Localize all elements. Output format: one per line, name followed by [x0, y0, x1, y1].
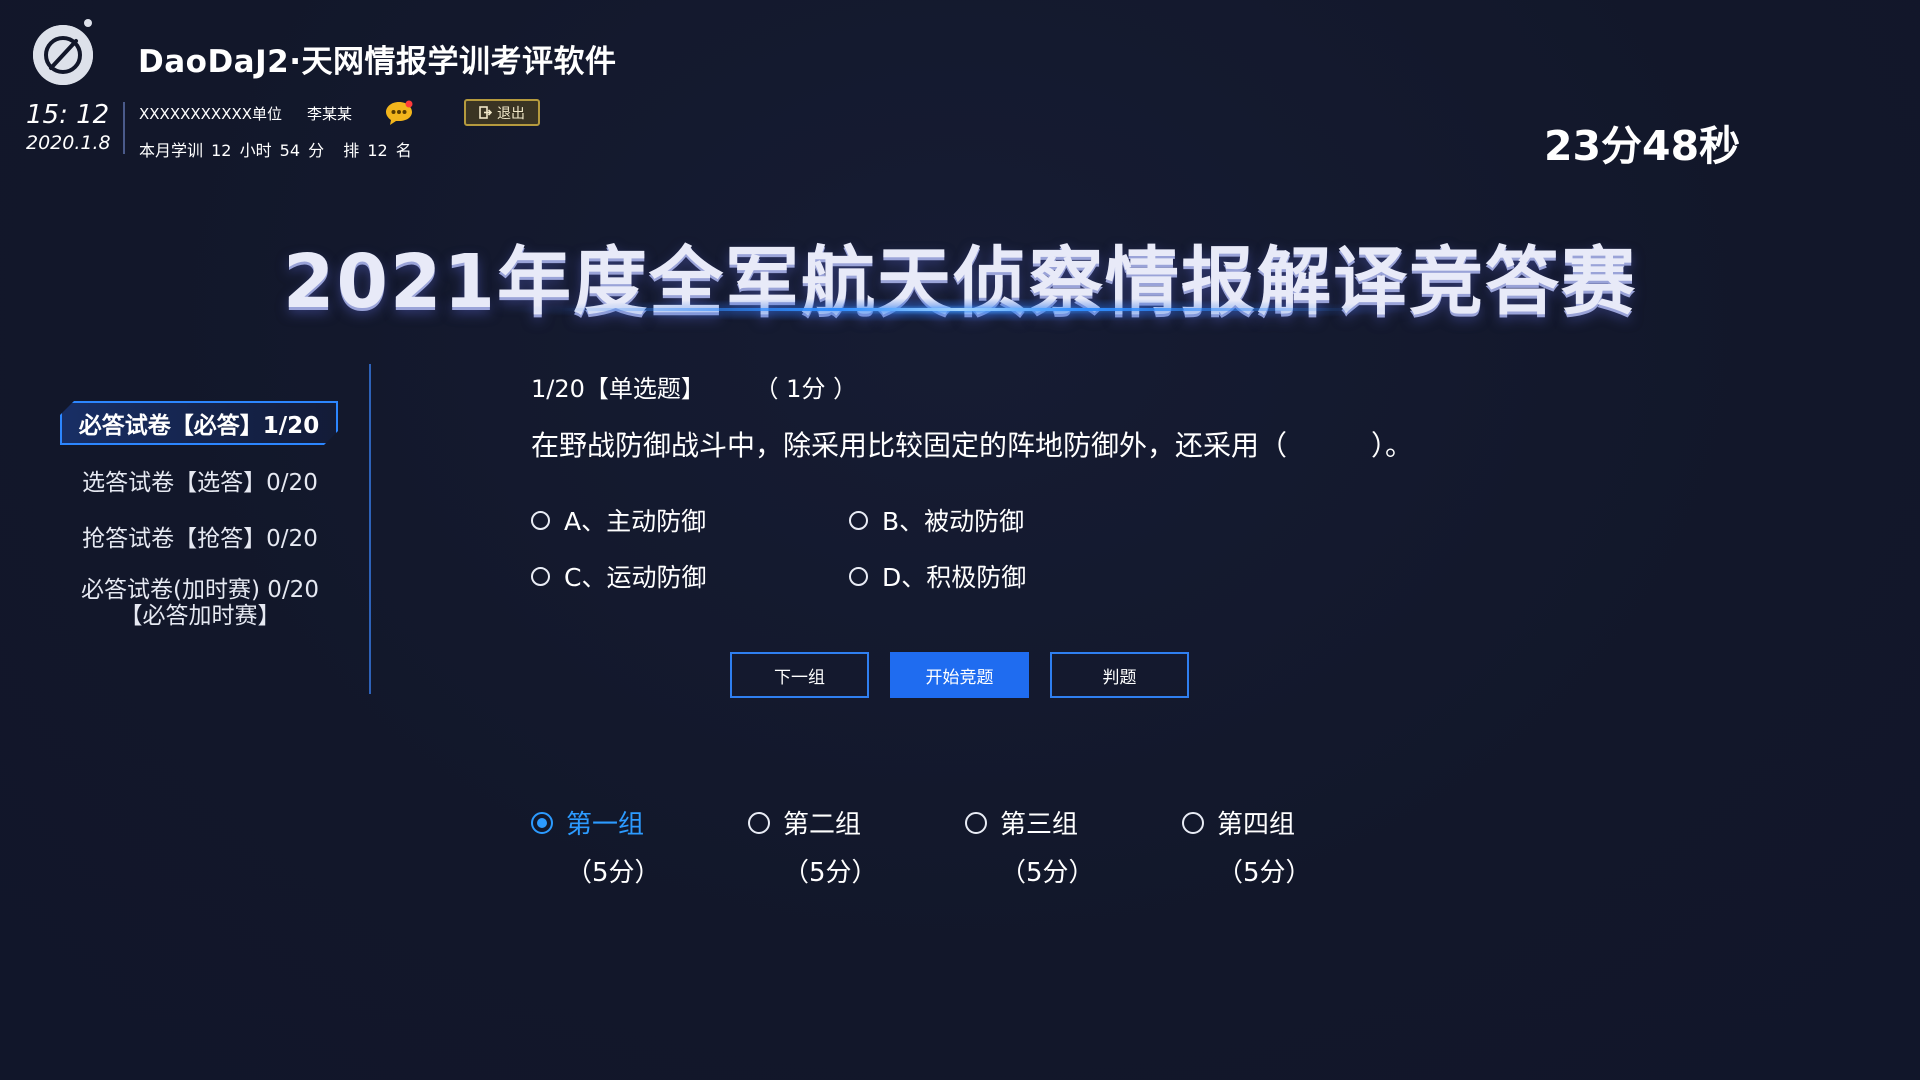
judge-button[interactable]: 判题 [1050, 652, 1189, 698]
rank-prefix: 排 [343, 141, 360, 160]
menu-divider [369, 364, 371, 694]
radio-icon [849, 510, 868, 530]
menu-item-overtime[interactable]: 必答试卷(加时赛) 0/20 【必答加时赛】 [60, 577, 340, 629]
radio-icon [531, 566, 550, 586]
radio-icon [965, 811, 987, 834]
group-score: （5分） [783, 858, 878, 888]
logout-icon [479, 106, 492, 119]
group-name: 第三组 [1000, 810, 1079, 840]
app-logo-icon [33, 25, 93, 85]
question-score: （ 1分 ） [754, 375, 858, 403]
start-button[interactable]: 开始竞题 [890, 652, 1029, 698]
group-option-1[interactable]: 第一组 [531, 804, 644, 841]
monthly-minutes-unit: 分 [308, 141, 325, 160]
option-d[interactable]: D、积极防御 [849, 558, 1026, 594]
group-option-2[interactable]: 第二组 [748, 804, 861, 841]
next-group-button[interactable]: 下一组 [730, 652, 869, 698]
group-name: 第二组 [783, 810, 862, 840]
clock-date: 2020.1.8 [26, 132, 111, 154]
question-text: 在野战防御战斗中，除采用比较固定的阵地防御外，还采用（ ）。 [531, 429, 1414, 462]
app-root: DaoDaJ2·天网情报学训考评软件 15: 12 2020.1.8 XXXXX… [0, 0, 1920, 1080]
monthly-hours-unit: 小时 [239, 141, 272, 160]
logout-label: 退出 [497, 105, 525, 122]
unit-name: XXXXXXXXXXX单位 [139, 105, 283, 123]
app-title: DaoDaJ2·天网情报学训考评软件 [138, 44, 617, 80]
group-score: （5分） [1000, 858, 1095, 888]
menu-item-quick-answer[interactable]: 抢答试卷【抢答】0/20 [60, 519, 340, 553]
group-name: 第一组 [566, 810, 645, 840]
radio-checked-icon [531, 811, 553, 834]
logout-button[interactable]: 退出 [464, 99, 540, 126]
group-option-4[interactable]: 第四组 [1182, 804, 1295, 841]
monthly-minutes: 54 [279, 141, 301, 160]
clock-time: 15: 12 [26, 100, 110, 130]
title-underline [560, 308, 1360, 311]
user-name: 李某某 [307, 105, 353, 123]
group-option-3[interactable]: 第三组 [965, 804, 1078, 841]
countdown-timer: 23分48秒 [1544, 122, 1741, 170]
header-divider [123, 102, 125, 154]
menu-item-label: 必答试卷(加时赛) 0/20 [81, 577, 319, 603]
menu-item-label: 抢答试卷【抢答】0/20 [82, 526, 318, 552]
radio-icon [849, 566, 868, 586]
group-score: （5分） [1217, 858, 1312, 888]
monthly-hours: 12 [211, 141, 232, 160]
option-c[interactable]: C、运动防御 [531, 558, 706, 594]
radio-icon [1182, 811, 1204, 834]
question-number: 1/20【单选题】 [531, 375, 705, 403]
menu-item-sublabel: 【必答加时赛】 [119, 603, 281, 629]
monthly-study-info: 本月学训 12 小时 54 分 排 12 名 [139, 137, 415, 161]
logo-dot [84, 19, 92, 27]
radio-icon [531, 510, 550, 530]
option-label: C、运动防御 [564, 563, 707, 592]
menu-item-label: 必答试卷【必答】1/20 [78, 413, 320, 439]
question-meta: 1/20【单选题】 （ 1分 ） [531, 369, 857, 404]
chat-bubble-icon[interactable] [385, 100, 413, 125]
monthly-prefix: 本月学训 [139, 141, 204, 160]
menu-item-required[interactable]: 必答试卷【必答】1/20 [60, 401, 338, 445]
menu-item-label: 选答试卷【选答】0/20 [82, 470, 318, 496]
group-name: 第四组 [1217, 810, 1296, 840]
option-b[interactable]: B、被动防御 [849, 502, 1024, 538]
rank-unit: 名 [395, 141, 412, 160]
option-a[interactable]: A、主动防御 [531, 502, 706, 538]
radio-icon [748, 811, 770, 834]
menu-item-optional[interactable]: 选答试卷【选答】0/20 [60, 463, 340, 497]
rank-value: 12 [367, 141, 388, 160]
option-label: A、主动防御 [564, 507, 707, 536]
group-score: （5分） [566, 858, 661, 888]
option-label: B、被动防御 [882, 507, 1025, 536]
option-label: D、积极防御 [882, 563, 1027, 592]
